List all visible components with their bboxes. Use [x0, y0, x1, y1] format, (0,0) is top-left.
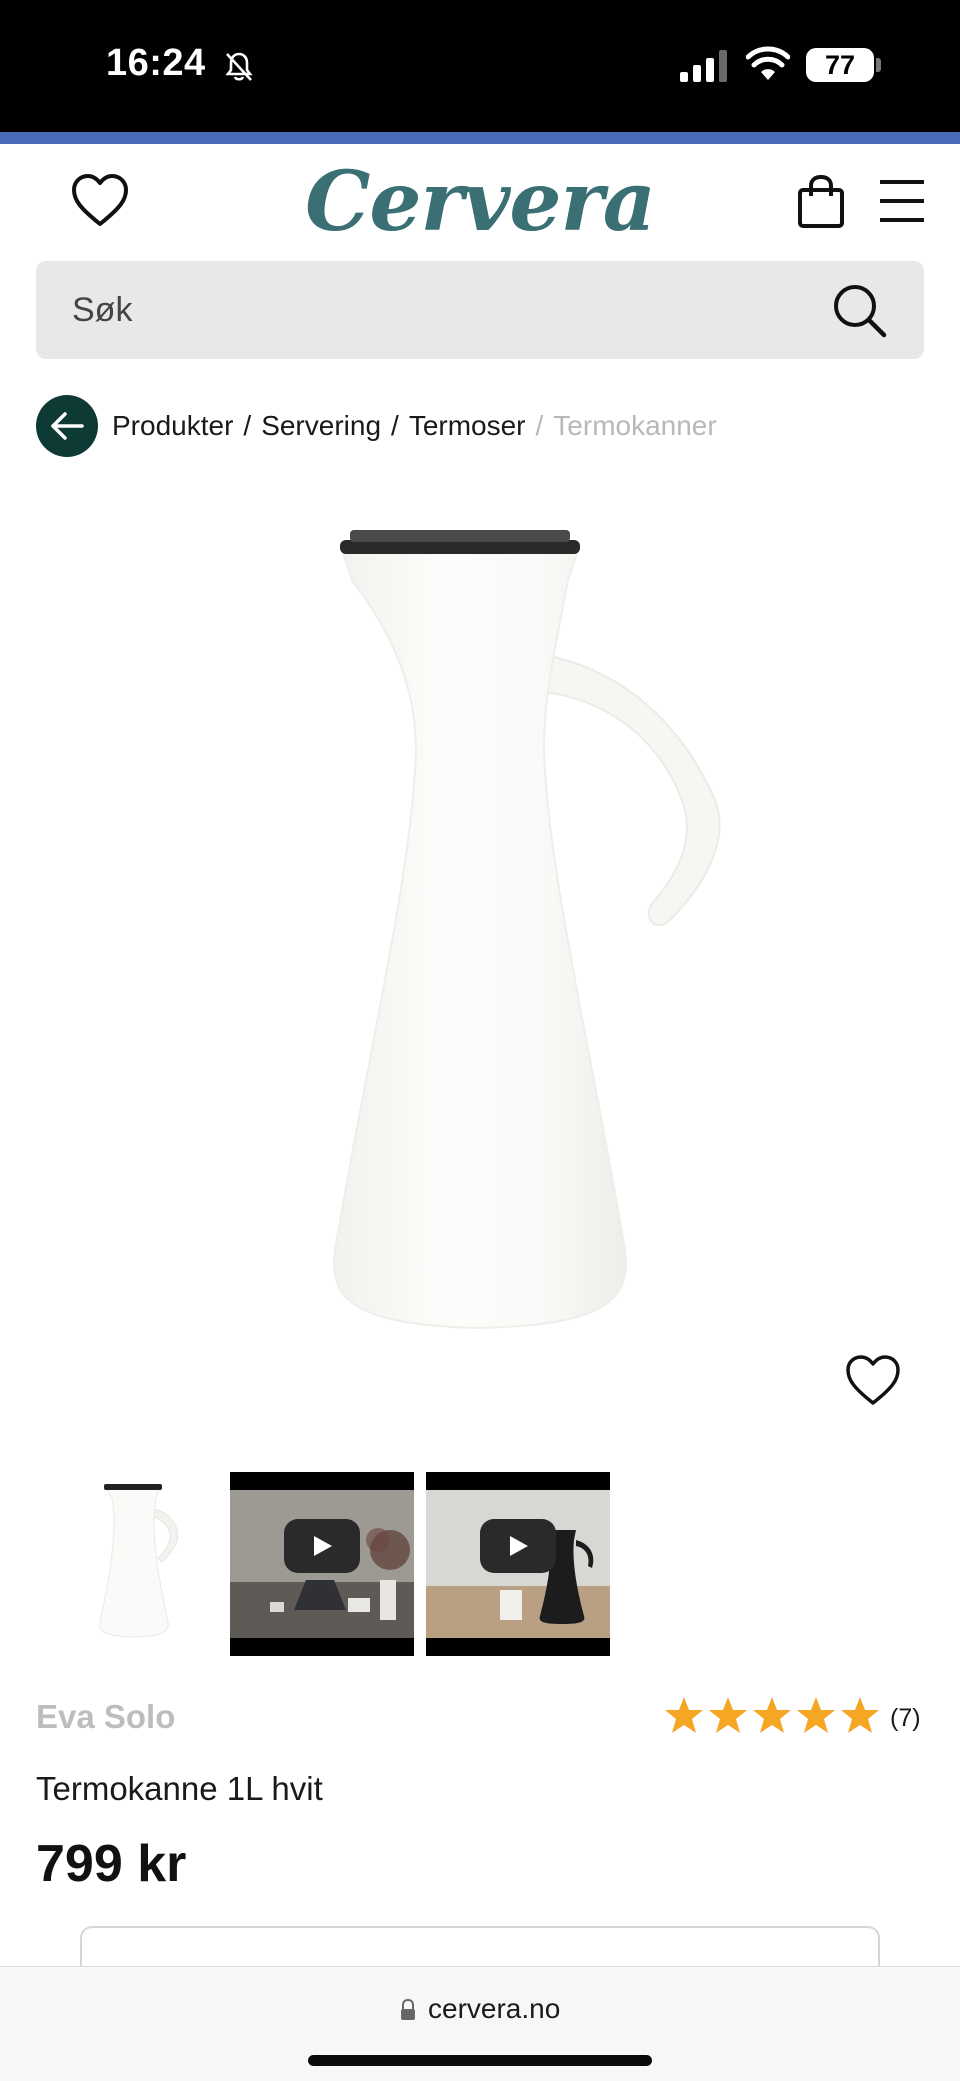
home-indicator[interactable] [308, 2055, 652, 2066]
review-count[interactable]: (7) [890, 1704, 921, 1733]
star-icon [841, 1697, 879, 1733]
product-brand[interactable]: Eva Solo [36, 1698, 175, 1736]
battery-indicator: 77 [806, 48, 874, 82]
search-input[interactable] [72, 261, 832, 359]
url-text[interactable]: cervera.no [428, 1993, 560, 2025]
wifi-icon [746, 46, 790, 80]
star-icon [753, 1697, 791, 1733]
breadcrumb: Produkter / Servering / Termoser / Termokanner [112, 410, 717, 442]
play-button[interactable] [284, 1519, 360, 1573]
search-bar [36, 261, 924, 359]
jug-thumbnail-image [99, 1484, 178, 1638]
status-time: 16:24 [106, 42, 206, 84]
product-price: 799 kr [36, 1835, 187, 1893]
add-to-wishlist-heart-icon[interactable] [844, 1353, 902, 1407]
breadcrumb-separator: / [391, 410, 399, 441]
star-icon [797, 1697, 835, 1733]
search-icon[interactable] [830, 281, 890, 341]
shopping-bag-icon[interactable] [796, 174, 846, 230]
cellular-signal-icon [680, 50, 727, 82]
play-icon [510, 1536, 528, 1556]
breadcrumb-produkter[interactable]: Produkter [112, 410, 233, 441]
product-image[interactable] [200, 510, 760, 1410]
breadcrumb-separator: / [243, 410, 252, 441]
star-icon [709, 1697, 747, 1733]
product-name: Termokanne 1L hvit [36, 1770, 323, 1807]
bell-muted-icon [225, 52, 253, 81]
star-icon [665, 1697, 703, 1733]
hamburger-menu-icon[interactable] [878, 178, 926, 224]
back-button[interactable] [36, 395, 98, 457]
product-video-thumbnail[interactable] [230, 1472, 414, 1656]
breadcrumb-servering[interactable]: Servering [261, 410, 381, 441]
breadcrumb-current: Termokanner [553, 410, 717, 441]
play-icon [314, 1536, 332, 1556]
breadcrumb-termoser[interactable]: Termoser [409, 410, 526, 441]
breadcrumb-separator: / [535, 410, 544, 441]
accent-strip [0, 132, 960, 144]
site-header: Cervera [0, 144, 960, 260]
play-button[interactable] [480, 1519, 556, 1573]
arrow-left-icon [51, 412, 84, 440]
browser-address-bar[interactable]: cervera.no [0, 1966, 960, 2081]
product-thumbnail[interactable] [46, 1472, 230, 1656]
lock-icon [401, 1999, 415, 2020]
battery-tip [876, 58, 881, 72]
product-video-thumbnail[interactable] [426, 1472, 610, 1656]
star-rating[interactable] [664, 1694, 886, 1738]
status-bar: 16:24 77 [0, 0, 960, 132]
